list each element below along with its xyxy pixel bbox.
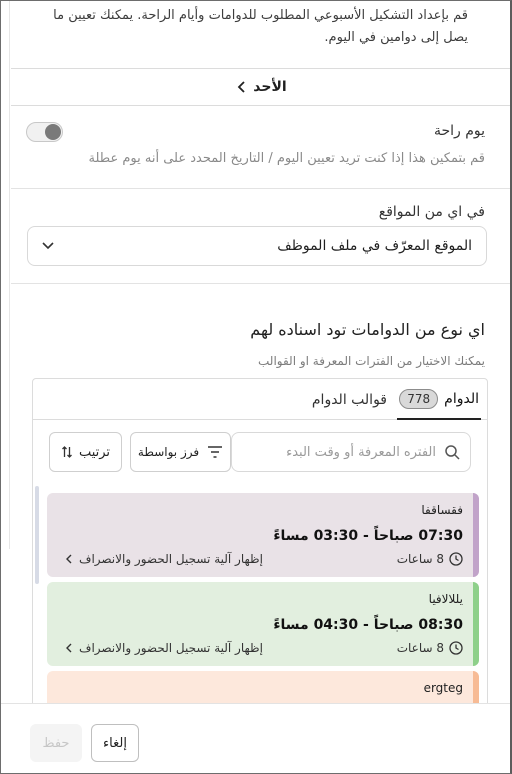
tab-shift-templates[interactable]: قوالب الدوام [312, 379, 387, 420]
shift-list: فقساقفا 07:30 صباحاً - 03:30 مساءً 8 ساع… [33, 484, 487, 707]
shift-duration-text: 8 ساعات [396, 641, 444, 655]
shift-tabs: الدوام 778 قوالب الدوام [33, 379, 487, 420]
sort-arrows-icon [61, 446, 72, 458]
attendance-label: إظهار آلية تسجيل الحضور والانصراف [79, 552, 263, 566]
tab-shifts-label: الدوام [444, 390, 479, 407]
chevron-left-icon[interactable] [237, 78, 247, 97]
day-label: الأحد [253, 79, 287, 95]
clock-icon [449, 552, 463, 566]
sort-by-button[interactable]: فرز بواسطة [130, 432, 231, 472]
shift-duration: 8 ساعات [397, 552, 463, 566]
chevron-down-icon [42, 239, 54, 254]
divider [11, 283, 510, 284]
divider [11, 188, 510, 189]
location-selected-value: الموقع المعرّف في ملف الموظف [277, 238, 472, 254]
shift-assignment-dialog: قم بإعداد التشكيل الأسبوعي المطلوب للدوا… [0, 0, 512, 774]
tab-shifts[interactable]: الدوام 778 [397, 379, 481, 420]
cancel-button[interactable]: إلغاء [91, 724, 139, 762]
shift-color-bar [473, 493, 479, 577]
filter-lines-icon [208, 446, 223, 458]
shift-search[interactable]: الفتره المعرفة أو وقت البدء [231, 432, 471, 472]
order-button[interactable]: ترتيب [49, 432, 122, 472]
day-navigator[interactable]: الأحد [11, 68, 510, 106]
save-button[interactable]: حفظ [30, 724, 82, 762]
attendance-label: إظهار آلية تسجيل الحضور والانصراف [79, 641, 263, 655]
shift-name: فقساقفا [421, 503, 463, 517]
shift-picker-panel: الدوام 778 قوالب الدوام الفتره المعرفة أ… [32, 378, 488, 708]
rest-day-title: يوم راحة [433, 123, 485, 139]
intro-text: قم بإعداد التشكيل الأسبوعي المطلوب للدوا… [53, 8, 468, 45]
order-label: ترتيب [78, 444, 111, 460]
left-divider [9, 1, 10, 549]
shift-duration: 8 ساعات [397, 641, 463, 655]
shift-name: يللالافيا [428, 592, 463, 606]
attendance-toggle[interactable]: إظهار آلية تسجيل الحضور والانصراف [65, 641, 263, 655]
sort-by-label: فرز بواسطة [137, 444, 200, 459]
shift-time: 08:30 صباحاً - 04:30 مساءً [273, 617, 463, 633]
chevron-left-icon [66, 643, 72, 653]
shift-card[interactable]: يللالافيا 08:30 صباحاً - 04:30 مساءً 8 س… [47, 582, 479, 666]
search-icon [445, 445, 460, 460]
scrollbar[interactable] [35, 486, 39, 584]
shift-duration-text: 8 ساعات [396, 552, 444, 566]
shift-time: 07:30 صباحاً - 03:30 مساءً [273, 528, 463, 544]
shift-card[interactable]: فقساقفا 07:30 صباحاً - 03:30 مساءً 8 ساع… [47, 493, 479, 577]
location-title: في اي من المواقع [378, 204, 485, 220]
shifts-count-badge: 778 [399, 388, 439, 409]
toggle-knob [45, 124, 61, 140]
location-select[interactable]: الموقع المعرّف في ملف الموظف [27, 226, 487, 266]
shift-color-bar [473, 582, 479, 666]
shift-section-subtitle: يمكنك الاختيار من الفترات المعرفة او الق… [258, 354, 485, 368]
chevron-left-icon [66, 554, 72, 564]
attendance-toggle[interactable]: إظهار آلية تسجيل الحضور والانصراف [65, 552, 263, 566]
clock-icon [449, 641, 463, 655]
dialog-footer: حفظ إلغاء [1, 703, 510, 773]
shift-section-title: اي نوع من الدوامات تود اسناده لهم [250, 320, 485, 339]
shift-name: ergteg [423, 681, 463, 695]
search-input[interactable]: الفتره المعرفة أو وقت البدء [286, 445, 436, 460]
rest-day-description: قم بتمكين هذا إذا كنت تريد تعيين اليوم /… [88, 151, 485, 166]
rest-day-toggle[interactable] [26, 122, 63, 142]
